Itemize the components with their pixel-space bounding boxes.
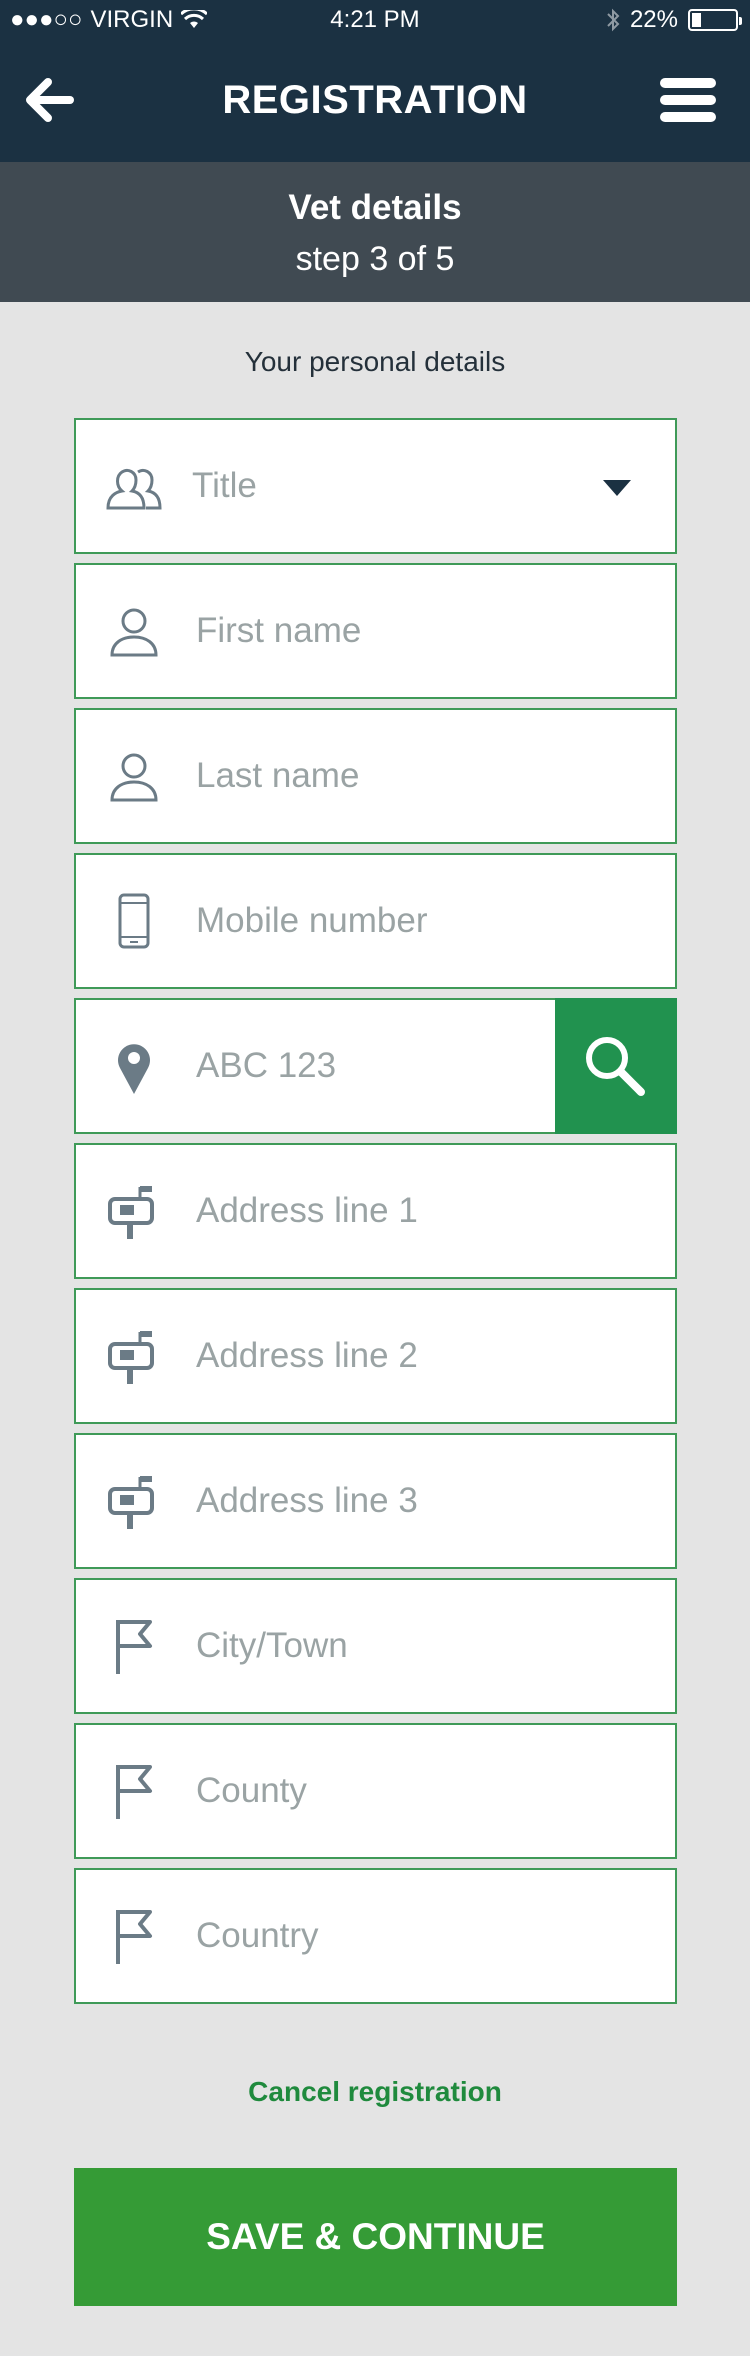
step-title: Vet details (288, 188, 462, 227)
city-town-field[interactable]: City/Town (74, 1578, 677, 1714)
status-bar: ●●●○○ VIRGIN 4:21 PM 22% (0, 0, 750, 40)
mailbox-icon (108, 1476, 154, 1529)
first-name-placeholder: First name (196, 611, 362, 650)
last-name-field[interactable]: Last name (74, 708, 677, 844)
postcode-search-button[interactable] (555, 998, 677, 1134)
address-line-2-field[interactable]: Address line 2 (74, 1288, 677, 1424)
menu-line (660, 78, 716, 88)
nav-bar: REGISTRATION (0, 40, 750, 162)
cancel-registration-link[interactable]: Cancel registration (0, 2076, 750, 2108)
menu-line (660, 95, 716, 105)
mailbox-icon (108, 1331, 154, 1384)
title-placeholder: Title (192, 466, 257, 505)
flag-icon (116, 1620, 152, 1674)
battery-fill (692, 13, 701, 27)
battery-percentage: 22% (629, 6, 678, 33)
save-continue-button[interactable]: SAVE & CONTINUE (74, 2168, 677, 2306)
address-line-3-field[interactable]: Address line 3 (74, 1433, 677, 1569)
chevron-down-icon (603, 480, 631, 496)
address-line-1-field[interactable]: Address line 1 (74, 1143, 677, 1279)
hamburger-menu-icon[interactable] (660, 78, 716, 128)
step-header: Vet details step 3 of 5 (0, 162, 750, 302)
title-select[interactable]: Title (74, 418, 677, 554)
search-icon (586, 1037, 645, 1096)
county-field[interactable]: County (74, 1723, 677, 1859)
address-line-3-placeholder: Address line 3 (196, 1481, 418, 1520)
mobile-phone-icon (118, 893, 150, 949)
county-placeholder: County (196, 1771, 307, 1810)
city-town-placeholder: City/Town (196, 1626, 348, 1665)
flag-icon (116, 1765, 152, 1819)
country-field[interactable]: Country (74, 1868, 677, 2004)
section-label: Your personal details (244, 346, 506, 377)
people-icon (106, 468, 162, 510)
address-line-1-placeholder: Address line 1 (196, 1191, 418, 1230)
flag-icon (116, 1910, 152, 1964)
mailbox-icon (108, 1186, 154, 1239)
status-time: 4:21 PM (330, 6, 420, 33)
postcode-placeholder: ABC 123 (196, 1046, 337, 1085)
bluetooth-icon (607, 8, 620, 32)
menu-line (660, 112, 716, 122)
step-progress: step 3 of 5 (295, 240, 455, 278)
mobile-number-field[interactable]: Mobile number (74, 853, 677, 989)
battery-icon (688, 9, 742, 31)
map-pin-icon (118, 1044, 150, 1094)
first-name-field[interactable]: First name (74, 563, 677, 699)
country-placeholder: Country (196, 1916, 319, 1955)
page-title: REGISTRATION (222, 78, 528, 122)
last-name-placeholder: Last name (196, 756, 360, 795)
user-icon (110, 608, 158, 657)
mobile-number-placeholder: Mobile number (196, 901, 428, 940)
postcode-field[interactable]: ABC 123 (74, 998, 557, 1134)
address-line-2-placeholder: Address line 2 (196, 1336, 418, 1375)
user-icon (110, 753, 158, 802)
